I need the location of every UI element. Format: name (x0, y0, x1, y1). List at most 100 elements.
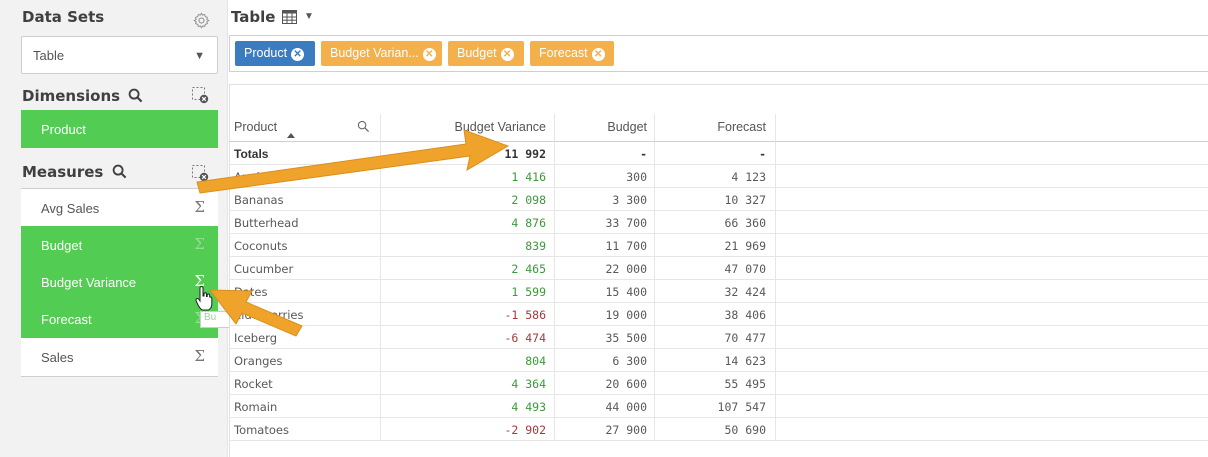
totals-label: Totals (229, 142, 381, 165)
gear-icon[interactable] (193, 12, 210, 29)
budget-variance-cell: 4 364 (381, 372, 555, 395)
forecast-cell: 70 477 (655, 326, 776, 349)
measure-item-forecast[interactable]: Forecast Σ (21, 300, 218, 338)
budget-cell: 300 (555, 165, 655, 188)
budget-cell: 11 700 (555, 234, 655, 257)
measure-item-sales[interactable]: Sales Σ (21, 338, 218, 376)
measure-item-label: Forecast (41, 312, 92, 327)
hand-cursor-icon (195, 286, 213, 311)
totals-row: Totals 11 992 - - (229, 142, 1208, 165)
empty-cell (776, 418, 1208, 441)
table-row: Cucumber 2 465 22 000 47 070 (229, 257, 1208, 280)
empty-cell (776, 211, 1208, 234)
budget-variance-cell: 4 876 (381, 211, 555, 234)
budget-cell: 44 000 (555, 395, 655, 418)
empty-cell (776, 349, 1208, 372)
column-header-forecast[interactable]: Forecast (655, 114, 776, 142)
remove-chip-icon[interactable]: ✕ (500, 48, 514, 61)
measure-item-budget-variance[interactable]: Budget Variance Σ (21, 263, 218, 301)
product-cell[interactable]: Oranges (229, 349, 381, 372)
table-row: Tomatoes -2 902 27 900 50 690 (229, 418, 1208, 441)
budget-cell: 20 600 (555, 372, 655, 395)
drag-tooltip: Bu (200, 311, 230, 328)
remove-chip-icon[interactable]: ✕ (291, 48, 305, 61)
measure-item-label: Budget (41, 238, 83, 253)
dimensions-title: Dimensions (22, 87, 121, 105)
product-cell[interactable]: Apples (229, 165, 381, 188)
dataset-dropdown[interactable]: Table ▼ (21, 36, 218, 74)
fields-panel: Data Sets Table ▼ Dimensions Product Mea… (0, 0, 228, 457)
measure-item-label: Sales (41, 350, 74, 365)
datasets-title: Data Sets (22, 8, 105, 26)
budget-cell: 19 000 (555, 303, 655, 326)
product-cell[interactable]: Bananas (229, 188, 381, 211)
empty-cell (776, 142, 1208, 165)
column-header-product[interactable]: Product (229, 114, 381, 142)
remove-chip-icon[interactable]: ✕ (422, 48, 436, 61)
search-icon[interactable] (112, 164, 127, 179)
table-row: Apples 1 416 300 4 123 (229, 165, 1208, 188)
forecast-cell: 4 123 (655, 165, 776, 188)
table-row: Romain 4 493 44 000 107 547 (229, 395, 1208, 418)
measure-item-budget[interactable]: Budget Σ (21, 226, 218, 264)
forecast-cell: 21 969 (655, 234, 776, 257)
dataset-selected-value: Table (33, 48, 65, 63)
table-row: Oranges 804 6 300 14 623 (229, 349, 1208, 372)
product-cell[interactable]: Rocket (229, 372, 381, 395)
budget-cell: 3 300 (555, 188, 655, 211)
product-cell[interactable]: Iceberg (229, 326, 381, 349)
chip-product[interactable]: Product ✕ (235, 41, 315, 66)
measures-title: Measures (22, 163, 104, 181)
remove-chip-icon[interactable]: ✕ (591, 48, 605, 61)
dimension-item-label: Product (41, 122, 86, 137)
chip-label: Budget Varian... (330, 46, 419, 60)
dimensions-header: Dimensions (22, 87, 143, 105)
budget-variance-cell: 2 098 (381, 188, 555, 211)
column-header-label: Product (234, 120, 278, 134)
table-row: Butterhead 4 876 33 700 66 360 (229, 211, 1208, 234)
totals-budget-variance: 11 992 (381, 142, 555, 165)
budget-variance-cell: 1 416 (381, 165, 555, 188)
forecast-cell: 66 360 (655, 211, 776, 234)
budget-cell: 33 700 (555, 211, 655, 234)
product-cell[interactable]: Tomatoes (229, 418, 381, 441)
table-row: Dates 1 599 15 400 32 424 (229, 280, 1208, 303)
column-header-budget[interactable]: Budget (555, 114, 655, 142)
table-icon[interactable] (282, 10, 297, 24)
column-header-budget-variance[interactable]: Budget Variance (381, 114, 555, 142)
forecast-cell: 10 327 (655, 188, 776, 211)
forecast-cell: 55 495 (655, 372, 776, 395)
product-cell[interactable]: Elderberries (229, 303, 381, 326)
empty-cell (776, 395, 1208, 418)
product-cell[interactable]: Coconuts (229, 234, 381, 257)
sigma-icon: Σ (194, 347, 205, 365)
product-cell[interactable]: Cucumber (229, 257, 381, 280)
clear-selection-icon[interactable] (191, 164, 209, 182)
chevron-down-icon[interactable]: ▼ (304, 11, 314, 22)
budget-variance-cell: 804 (381, 349, 555, 372)
budget-cell: 22 000 (555, 257, 655, 280)
budget-variance-cell: 839 (381, 234, 555, 257)
chip-forecast[interactable]: Forecast ✕ (530, 41, 614, 66)
measure-item-label: Budget Variance (41, 275, 137, 290)
product-cell[interactable]: Dates (229, 280, 381, 303)
forecast-cell: 38 406 (655, 303, 776, 326)
empty-cell (776, 188, 1208, 211)
dimension-item-product[interactable]: Product (21, 110, 218, 148)
budget-cell: 6 300 (555, 349, 655, 372)
table-row: Iceberg -6 474 35 500 70 477 (229, 326, 1208, 349)
chip-budget[interactable]: Budget ✕ (448, 41, 524, 66)
search-icon[interactable] (357, 120, 370, 133)
table-header-row: Product Budget Variance Budget Forecast (229, 114, 1208, 142)
empty-cell (776, 280, 1208, 303)
budget-variance-cell: -1 586 (381, 303, 555, 326)
product-cell[interactable]: Romain (229, 395, 381, 418)
search-icon[interactable] (128, 88, 143, 103)
chip-budget-variance[interactable]: Budget Varian... ✕ (321, 41, 442, 66)
measure-item-avg-sales[interactable]: Avg Sales Σ (21, 189, 218, 227)
clear-selection-icon[interactable] (191, 86, 209, 104)
chip-label: Product (244, 46, 288, 60)
product-cell[interactable]: Butterhead (229, 211, 381, 234)
forecast-cell: 107 547 (655, 395, 776, 418)
selected-fields-bar: Product ✕ Budget Varian... ✕ Budget ✕ Forec… (229, 35, 1208, 72)
